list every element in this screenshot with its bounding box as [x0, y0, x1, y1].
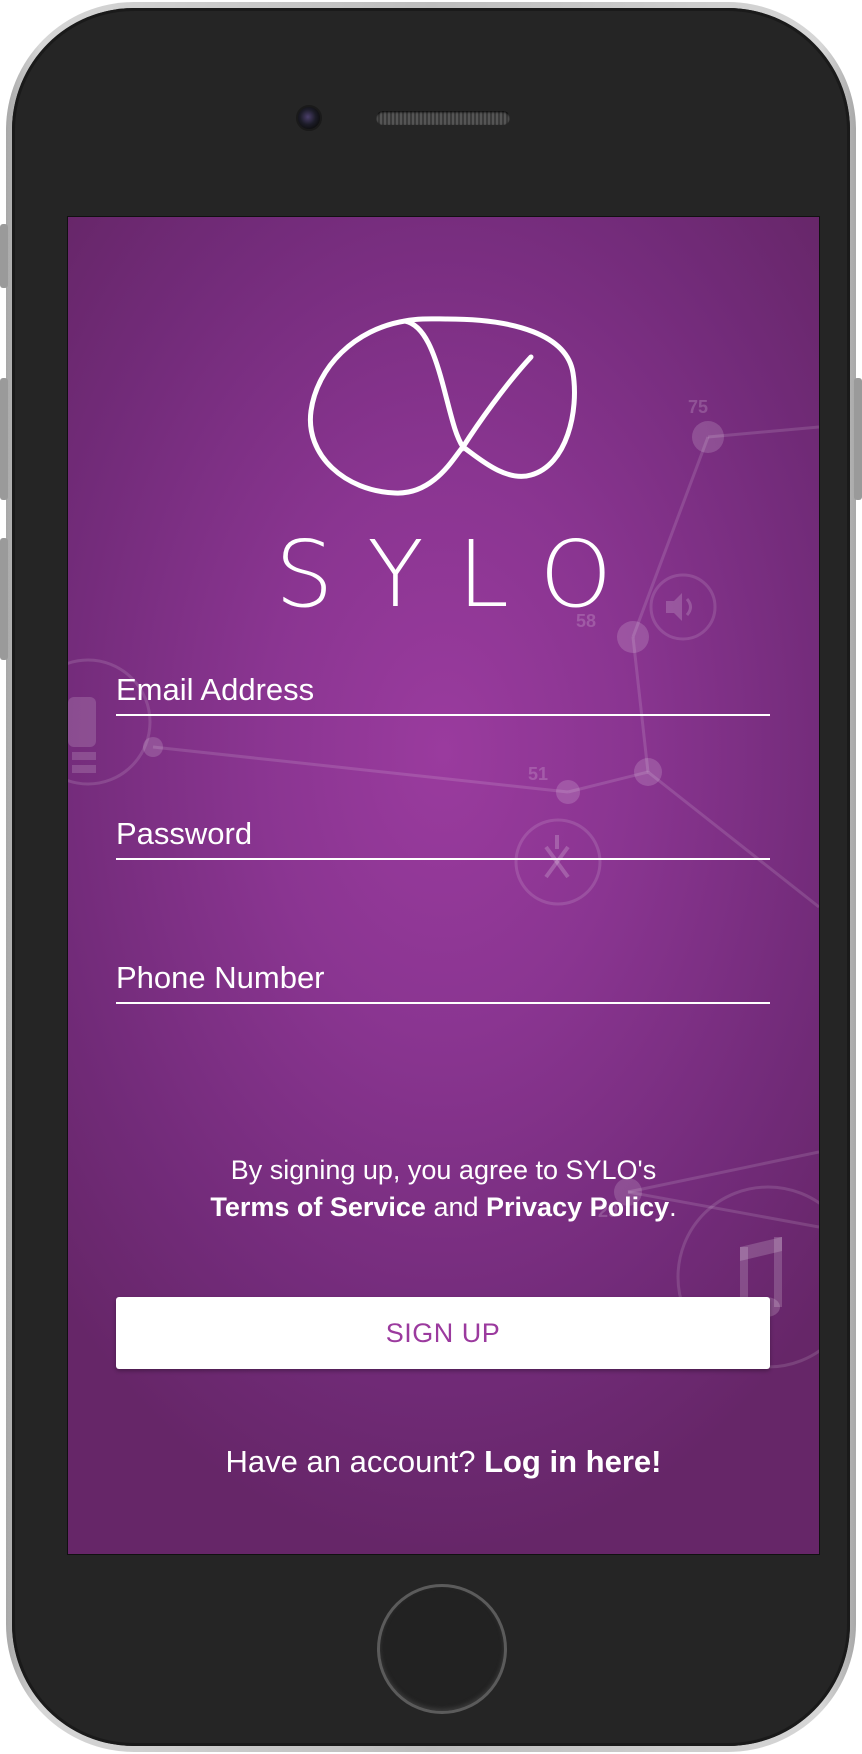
front-camera — [296, 105, 322, 131]
signup-screen: 75 58 51 29 SYLO Email Address Phone Num… — [67, 216, 820, 1555]
terms-notice: By signing up, you agree to SYLO's Terms… — [68, 1152, 819, 1226]
login-prompt: Have an account? Log in here! — [68, 1444, 819, 1480]
brand-wordmark: SYLO — [275, 521, 646, 628]
graph-label-75: 75 — [688, 397, 708, 417]
password-field — [116, 806, 770, 860]
sign-up-button[interactable]: SIGN UP — [116, 1297, 770, 1369]
login-prompt-text: Have an account? — [225, 1444, 485, 1479]
terms-links-line: Terms of Service and Privacy Policy. — [68, 1189, 819, 1226]
privacy-policy-link[interactable]: Privacy Policy — [486, 1192, 669, 1222]
building-icon — [68, 697, 96, 773]
silent-switch — [0, 224, 8, 288]
phone-body: 75 58 51 29 SYLO Email Address Phone Num… — [12, 8, 850, 1746]
email-field — [116, 662, 770, 716]
phone-frame: 75 58 51 29 SYLO Email Address Phone Num… — [0, 2, 862, 1752]
terms-of-service-link[interactable]: Terms of Service — [210, 1192, 426, 1222]
phone-field — [116, 950, 770, 1004]
terms-conjunction: and — [425, 1192, 487, 1222]
phone-number-input[interactable] — [116, 960, 770, 996]
terms-prefix: By signing up, you agree to SYLO's — [230, 1155, 657, 1185]
email-input[interactable] — [116, 672, 770, 708]
volume-up-button — [0, 378, 8, 500]
home-button[interactable] — [377, 1584, 507, 1714]
volume-down-button — [0, 538, 8, 660]
graph-label-51: 51 — [528, 764, 548, 784]
terms-suffix: . — [669, 1192, 677, 1222]
power-button — [854, 378, 862, 500]
earpiece-speaker — [376, 111, 510, 125]
log-in-link[interactable]: Log in here! — [484, 1444, 661, 1479]
sylo-logo-icon — [307, 316, 577, 496]
password-input[interactable] — [116, 816, 770, 852]
